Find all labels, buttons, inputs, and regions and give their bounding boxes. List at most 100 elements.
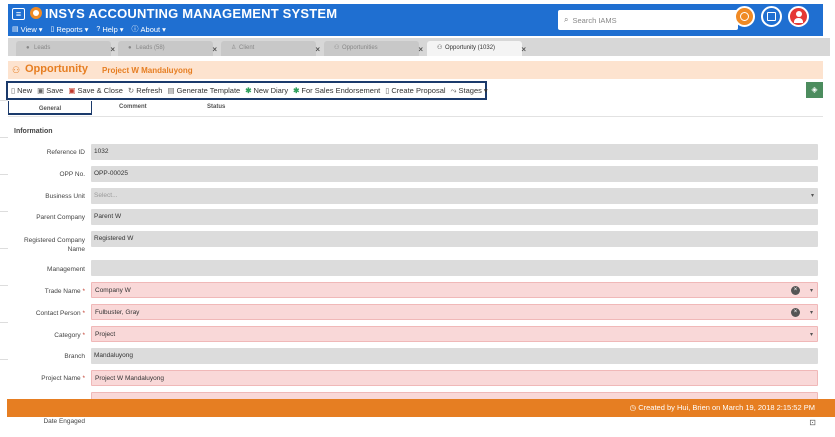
new-diary-button[interactable]: ✱ New Diary bbox=[245, 86, 288, 95]
menu-view[interactable]: ▤ View ▾ bbox=[12, 24, 43, 34]
management-field bbox=[91, 260, 818, 276]
view-icon: ▤ bbox=[12, 26, 19, 33]
tab-status[interactable]: Status bbox=[207, 104, 225, 110]
clock-icon: ◷ bbox=[629, 403, 637, 412]
field-label: Date Engaged bbox=[43, 418, 85, 425]
gridline bbox=[0, 285, 8, 286]
tab-leads-58[interactable]: ● Leads (58) × bbox=[118, 41, 217, 56]
contact-person-select[interactable]: Fulbuster, Gray × ▾ bbox=[91, 304, 818, 320]
gridline bbox=[0, 211, 8, 212]
chevron-down-icon: ▾ bbox=[38, 24, 43, 34]
panel-icon: ◈ bbox=[811, 85, 818, 94]
gridline bbox=[0, 174, 8, 175]
hamburger-menu-icon[interactable]: ≡ bbox=[12, 8, 25, 20]
chevron-down-icon: ▾ bbox=[809, 288, 813, 294]
close-icon[interactable]: × bbox=[521, 42, 526, 57]
chevron-down-icon: ▾ bbox=[810, 193, 814, 199]
menu-about[interactable]: ⓘ About ▾ bbox=[132, 24, 166, 34]
tab-comment[interactable]: Comment bbox=[119, 104, 147, 110]
menu-bar: ▤ View ▾ ▯ Reports ▾ ? Help ▾ ⓘ About ▾ bbox=[12, 24, 166, 34]
app-header: ≡ INSYS ACCOUNTING MANAGEMENT SYSTEM ▤ Vi… bbox=[8, 4, 823, 36]
field-label: Business Unit bbox=[45, 193, 85, 200]
save-close-button[interactable]: ▣ Save & Close bbox=[68, 86, 123, 95]
required-marker: * bbox=[82, 288, 85, 295]
page-title: Opportunity bbox=[25, 63, 88, 75]
save-close-icon: ▣ bbox=[68, 86, 76, 95]
refresh-button[interactable]: ↻ Refresh bbox=[128, 86, 163, 95]
field-label: OPP No. bbox=[59, 171, 85, 178]
opportunity-icon: ⚇ bbox=[437, 45, 443, 51]
clear-icon[interactable]: × bbox=[791, 308, 800, 317]
chevron-down-icon: ▾ bbox=[483, 86, 488, 95]
leads-icon: ● bbox=[26, 45, 30, 51]
tab-leads[interactable]: ● Leads × bbox=[16, 41, 115, 56]
category-select[interactable]: Project ▾ bbox=[91, 326, 818, 342]
menu-reports[interactable]: ▯ Reports ▾ bbox=[51, 24, 89, 34]
close-icon[interactable]: × bbox=[418, 42, 423, 57]
menu-help[interactable]: ? Help ▾ bbox=[96, 24, 123, 34]
business-unit-select[interactable]: Select... ▾ bbox=[91, 188, 818, 204]
chevron-down-icon: ▾ bbox=[809, 332, 813, 338]
app-logo-icon bbox=[30, 7, 42, 19]
required-marker: * bbox=[82, 375, 85, 382]
gridline bbox=[0, 359, 8, 360]
tab-general[interactable]: General bbox=[8, 101, 92, 115]
section-title: Information bbox=[14, 128, 53, 135]
grid-icon[interactable] bbox=[761, 6, 782, 27]
app-title: INSYS ACCOUNTING MANAGEMENT SYSTEM bbox=[45, 6, 338, 21]
tab-opportunities[interactable]: ⚇ Opportunities × bbox=[324, 41, 423, 56]
branch-field: Mandaluyong bbox=[91, 348, 818, 364]
template-icon: ▤ bbox=[167, 86, 175, 95]
close-icon[interactable]: × bbox=[110, 42, 115, 57]
opportunities-icon: ⚇ bbox=[334, 45, 340, 51]
new-button[interactable]: ▯ New bbox=[11, 86, 32, 95]
registered-company-name-field: Registered W bbox=[91, 231, 818, 247]
for-sales-endorsement-button[interactable]: ✱ For Sales Endorsement bbox=[293, 86, 380, 95]
form-tabs: General Comment Status bbox=[8, 101, 823, 117]
field-label: Parent Company bbox=[36, 214, 85, 221]
report-icon: ▯ bbox=[50, 26, 55, 33]
footer-bar: ◷ Created by Hui, Brien on March 19, 201… bbox=[7, 399, 835, 417]
reference-id-field: 1032 bbox=[91, 144, 818, 160]
field-label: Contact Person * bbox=[35, 310, 85, 317]
clock-icon[interactable] bbox=[734, 6, 755, 27]
chevron-down-icon: ▾ bbox=[162, 24, 166, 34]
action-toolbar: ▯ New ▣ Save ▣ Save & Close ↻ Refresh ▤ Gener… bbox=[6, 81, 488, 100]
close-icon[interactable]: × bbox=[212, 42, 217, 57]
save-icon: ▣ bbox=[37, 86, 45, 95]
opportunity-icon: ⚇ bbox=[12, 65, 21, 75]
created-info: ◷ Created by Hui, Brien on March 19, 201… bbox=[629, 403, 815, 412]
opp-no-field: OPP-00025 bbox=[91, 166, 818, 182]
parent-company-field: Parent W bbox=[91, 209, 818, 225]
clear-icon[interactable]: × bbox=[791, 286, 800, 295]
client-icon: ♙ bbox=[231, 45, 237, 51]
new-document-icon: ▯ bbox=[11, 86, 16, 95]
chevron-down-icon: ▾ bbox=[84, 24, 89, 34]
calendar-icon[interactable]: ⊡ bbox=[809, 418, 816, 427]
project-name-input[interactable]: Project W Mandaluyong bbox=[91, 370, 818, 386]
required-marker: * bbox=[82, 310, 85, 317]
stages-icon: ⤳ bbox=[450, 85, 457, 95]
field-label: Project Name * bbox=[41, 375, 85, 382]
tab-client[interactable]: ♙ Client × bbox=[221, 41, 320, 56]
trade-name-select[interactable]: Company W × ▾ bbox=[91, 282, 818, 298]
field-label: Management bbox=[47, 266, 85, 273]
user-icon[interactable] bbox=[788, 6, 809, 27]
generate-template-button[interactable]: ▤ Generate Template bbox=[167, 86, 240, 95]
document-icon: ▯ bbox=[385, 86, 390, 95]
gridline bbox=[0, 248, 8, 249]
field-label: Registered Company Name bbox=[23, 237, 85, 253]
close-icon[interactable]: × bbox=[315, 42, 320, 57]
field-label: Category * bbox=[54, 332, 85, 339]
create-proposal-button[interactable]: ▯ Create Proposal bbox=[385, 86, 445, 95]
panel-toggle-button[interactable]: ◈ bbox=[806, 82, 823, 98]
stages-dropdown[interactable]: ⤳ Stages ▾ bbox=[451, 86, 488, 96]
page-title-bar: ⚇ Opportunity Project W Mandaluyong bbox=[8, 61, 823, 79]
gridline bbox=[0, 100, 8, 101]
tab-opportunity-1032[interactable]: ⚇ Opportunity (1032) × bbox=[427, 41, 526, 56]
field-label: Branch bbox=[64, 353, 85, 360]
field-label: Reference ID bbox=[46, 149, 85, 156]
search-input[interactable]: ⌕ Search IAMS bbox=[558, 10, 738, 30]
save-button[interactable]: ▣ Save bbox=[37, 86, 63, 95]
date-engaged-input[interactable]: ⊡ bbox=[91, 417, 818, 429]
